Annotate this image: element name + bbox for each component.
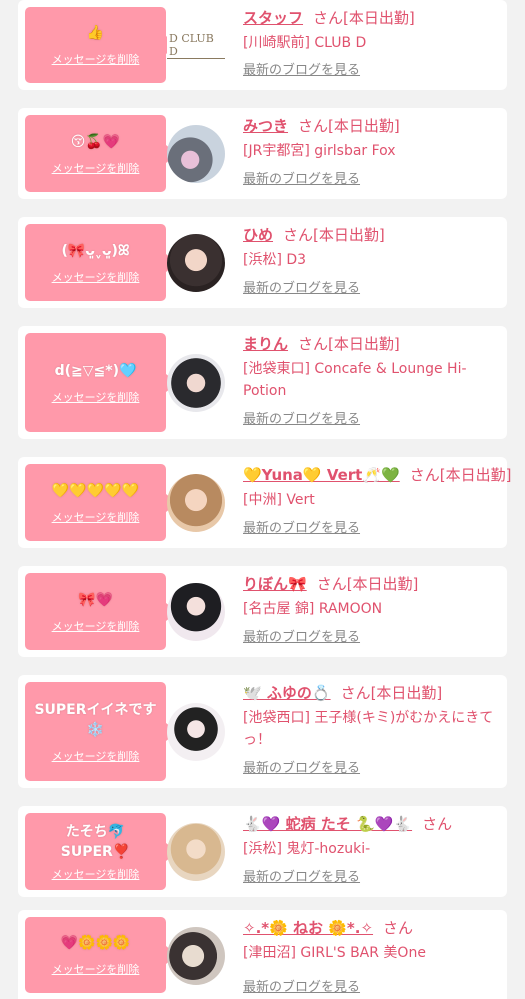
- message-text: 💛💛💛💛💛: [51, 482, 140, 499]
- attendance-status: さん[本日出勤]: [298, 117, 400, 135]
- cast-name-link[interactable]: ✧.*🌼 ねお 🌼*.✧: [243, 919, 373, 937]
- cast-avatar[interactable]: [167, 125, 225, 183]
- cast-name-link[interactable]: みつき: [243, 117, 288, 135]
- shop-name: [津田沼] GIRL'S BAR 美One: [243, 945, 426, 961]
- attendance-status: さん: [383, 919, 414, 937]
- latest-blog-link[interactable]: 最新のブログを見る: [243, 757, 360, 776]
- message-text: (🎀ᴗ͈ˬᴗ͈)ꕤ: [61, 242, 130, 259]
- delete-message-link[interactable]: メッセージを削除: [52, 866, 140, 882]
- message-card: d(≧▽≦*)🩵 メッセージを削除 まりん さん[本日出勤] [池袋東口] Con…: [18, 326, 507, 439]
- cast-avatar[interactable]: [167, 823, 225, 881]
- delete-message-link[interactable]: メッセージを削除: [52, 618, 140, 634]
- cast-avatar[interactable]: [167, 354, 225, 412]
- delete-message-link[interactable]: メッセージを削除: [52, 509, 140, 525]
- delete-message-link[interactable]: メッセージを削除: [52, 160, 140, 176]
- cast-name-link[interactable]: 💛Yuna💛 Vert🥂💚: [243, 466, 400, 484]
- message-bubble: (🎀ᴗ͈ˬᴗ͈)ꕤ メッセージを削除: [25, 224, 177, 301]
- attendance-status: さん[本日出勤]: [313, 9, 415, 27]
- card-info: みつき さん[本日出勤] [JR宇都宮] girlsbar Fox 最新のブログを…: [243, 108, 499, 199]
- shop-name: [名古屋 錦] RAMOON: [243, 601, 383, 617]
- latest-blog-link[interactable]: 最新のブログを見る: [243, 866, 360, 885]
- delete-message-link[interactable]: メッセージを削除: [52, 748, 140, 764]
- card-info: スタッフ さん[本日出勤] [川崎駅前] CLUB D 最新のブログを見る: [243, 0, 499, 90]
- attendance-status: さん[本日出勤]: [283, 226, 385, 244]
- cast-avatar[interactable]: [167, 927, 225, 985]
- card-info: まりん さん[本日出勤] [池袋東口] Concafe & Lounge Hi-P…: [243, 326, 499, 439]
- cast-avatar[interactable]: [167, 234, 225, 292]
- message-card: SUPERイイネです❄️ メッセージを削除 🕊️ ふゆの💍 さん[本日出勤] [池…: [18, 675, 507, 788]
- attendance-status: さん[本日出勤]: [316, 575, 419, 593]
- message-text: たそち🐬 SUPER❣️: [60, 823, 131, 860]
- shop-name: [中洲] Vert: [243, 492, 315, 508]
- message-text: 💗🌼🌼🌼: [60, 935, 131, 951]
- card-info: りぼん🎀 さん[本日出勤] [名古屋 錦] RAMOON 最新のブログを見る: [243, 566, 499, 657]
- cast-name-link[interactable]: ひめ: [243, 226, 273, 244]
- attendance-status: さん[本日出勤]: [409, 466, 512, 484]
- logo-text: D CLUB D: [167, 32, 225, 59]
- message-card: たそち🐬 SUPER❣️ メッセージを削除 🐇💜 蛇病 たそ 🐍💜🐇 さん [浜松…: [18, 806, 507, 897]
- shop-name: [浜松] 鬼灯-hozuki-: [243, 841, 371, 857]
- shop-name: [川崎駅前] CLUB D: [243, 35, 367, 51]
- message-card: 💛💛💛💛💛 メッセージを削除 💛Yuna💛 Vert🥂💚 さん[本日出勤] [中洲…: [18, 457, 511, 548]
- delete-message-link[interactable]: メッセージを削除: [52, 51, 140, 67]
- cast-avatar[interactable]: [167, 703, 225, 761]
- shop-name: [池袋東口] Concafe & Lounge Hi-Potion: [243, 361, 467, 399]
- attendance-status: さん: [422, 815, 453, 833]
- latest-blog-link[interactable]: 最新のブログを見る: [243, 168, 360, 187]
- club-logo-avatar[interactable]: D CLUB D: [167, 16, 225, 74]
- latest-blog-link[interactable]: 最新のブログを見る: [243, 277, 360, 296]
- message-card: 😚🍒💗 メッセージを削除 みつき さん[本日出勤] [JR宇都宮] girlsba…: [18, 108, 507, 199]
- cast-name-link[interactable]: 🕊️ ふゆの💍: [243, 684, 331, 702]
- message-text: d(≧▽≦*)🩵: [54, 362, 137, 379]
- shop-name: [JR宇都宮] girlsbar Fox: [243, 143, 396, 159]
- attendance-status: さん[本日出勤]: [340, 684, 443, 702]
- card-info: 🕊️ ふゆの💍 さん[本日出勤] [池袋西口] 王子様(キミ)がむかえにきてっ！ …: [243, 675, 499, 788]
- shop-name: [浜松] D3: [243, 252, 307, 268]
- message-bubble: 💛💛💛💛💛 メッセージを削除: [25, 464, 177, 541]
- cast-name-link[interactable]: スタッフ: [243, 9, 303, 27]
- message-card: 🎀💗 メッセージを削除 りぼん🎀 さん[本日出勤] [名古屋 錦] RAMOON …: [18, 566, 507, 657]
- shop-name: [池袋西口] 王子様(キミ)がむかえにきてっ！: [243, 710, 494, 748]
- delete-message-link[interactable]: メッセージを削除: [52, 961, 140, 977]
- latest-blog-link[interactable]: 最新のブログを見る: [243, 408, 360, 427]
- cast-avatar[interactable]: [167, 583, 225, 641]
- card-info: ひめ さん[本日出勤] [浜松] D3 最新のブログを見る: [243, 217, 499, 308]
- message-bubble: たそち🐬 SUPER❣️ メッセージを削除: [25, 813, 177, 890]
- message-text: 😚🍒💗: [70, 133, 121, 150]
- latest-blog-link[interactable]: 最新のブログを見る: [243, 59, 360, 78]
- message-bubble: SUPERイイネです❄️ メッセージを削除: [25, 682, 177, 781]
- card-info: ✧.*🌼 ねお 🌼*.✧ さん [津田沼] GIRL'S BAR 美One 最新の…: [243, 910, 499, 999]
- card-info: 🐇💜 蛇病 たそ 🐍💜🐇 さん [浜松] 鬼灯-hozuki- 最新のブログを見る: [243, 806, 499, 897]
- message-text: SUPERイイネです❄️: [34, 701, 157, 738]
- message-card: (🎀ᴗ͈ˬᴗ͈)ꕤ メッセージを削除 ひめ さん[本日出勤] [浜松] D3 最新…: [18, 217, 507, 308]
- latest-blog-link[interactable]: 最新のブログを見る: [243, 626, 360, 645]
- message-text: 🎀💗: [78, 591, 113, 608]
- message-bubble: 👍 メッセージを削除: [25, 7, 177, 83]
- message-card: 👍 メッセージを削除 D CLUB D スタッフ さん[本日出勤] [川崎駅前] …: [18, 0, 507, 90]
- message-bubble: d(≧▽≦*)🩵 メッセージを削除: [25, 333, 177, 432]
- cast-avatar[interactable]: [167, 474, 225, 532]
- message-text: 👍: [86, 25, 105, 41]
- cast-name-link[interactable]: りぼん🎀: [243, 575, 307, 593]
- message-bubble: 🎀💗 メッセージを削除: [25, 573, 177, 650]
- card-info: 💛Yuna💛 Vert🥂💚 さん[本日出勤] [中洲] Vert 最新のブログを見…: [243, 457, 511, 548]
- message-card: 💗🌼🌼🌼 メッセージを削除 ✧.*🌼 ねお 🌼*.✧ さん [津田沼] GIRL'…: [18, 910, 507, 999]
- latest-blog-link[interactable]: 最新のブログを見る: [243, 517, 360, 536]
- attendance-status: さん[本日出勤]: [298, 335, 400, 353]
- latest-blog-link[interactable]: 最新のブログを見る: [243, 976, 360, 995]
- delete-message-link[interactable]: メッセージを削除: [52, 389, 140, 405]
- message-bubble: 😚🍒💗 メッセージを削除: [25, 115, 177, 192]
- cast-name-link[interactable]: 🐇💜 蛇病 たそ 🐍💜🐇: [243, 815, 412, 833]
- delete-message-link[interactable]: メッセージを削除: [52, 269, 140, 285]
- message-bubble: 💗🌼🌼🌼 メッセージを削除: [25, 917, 177, 993]
- cast-name-link[interactable]: まりん: [243, 335, 288, 353]
